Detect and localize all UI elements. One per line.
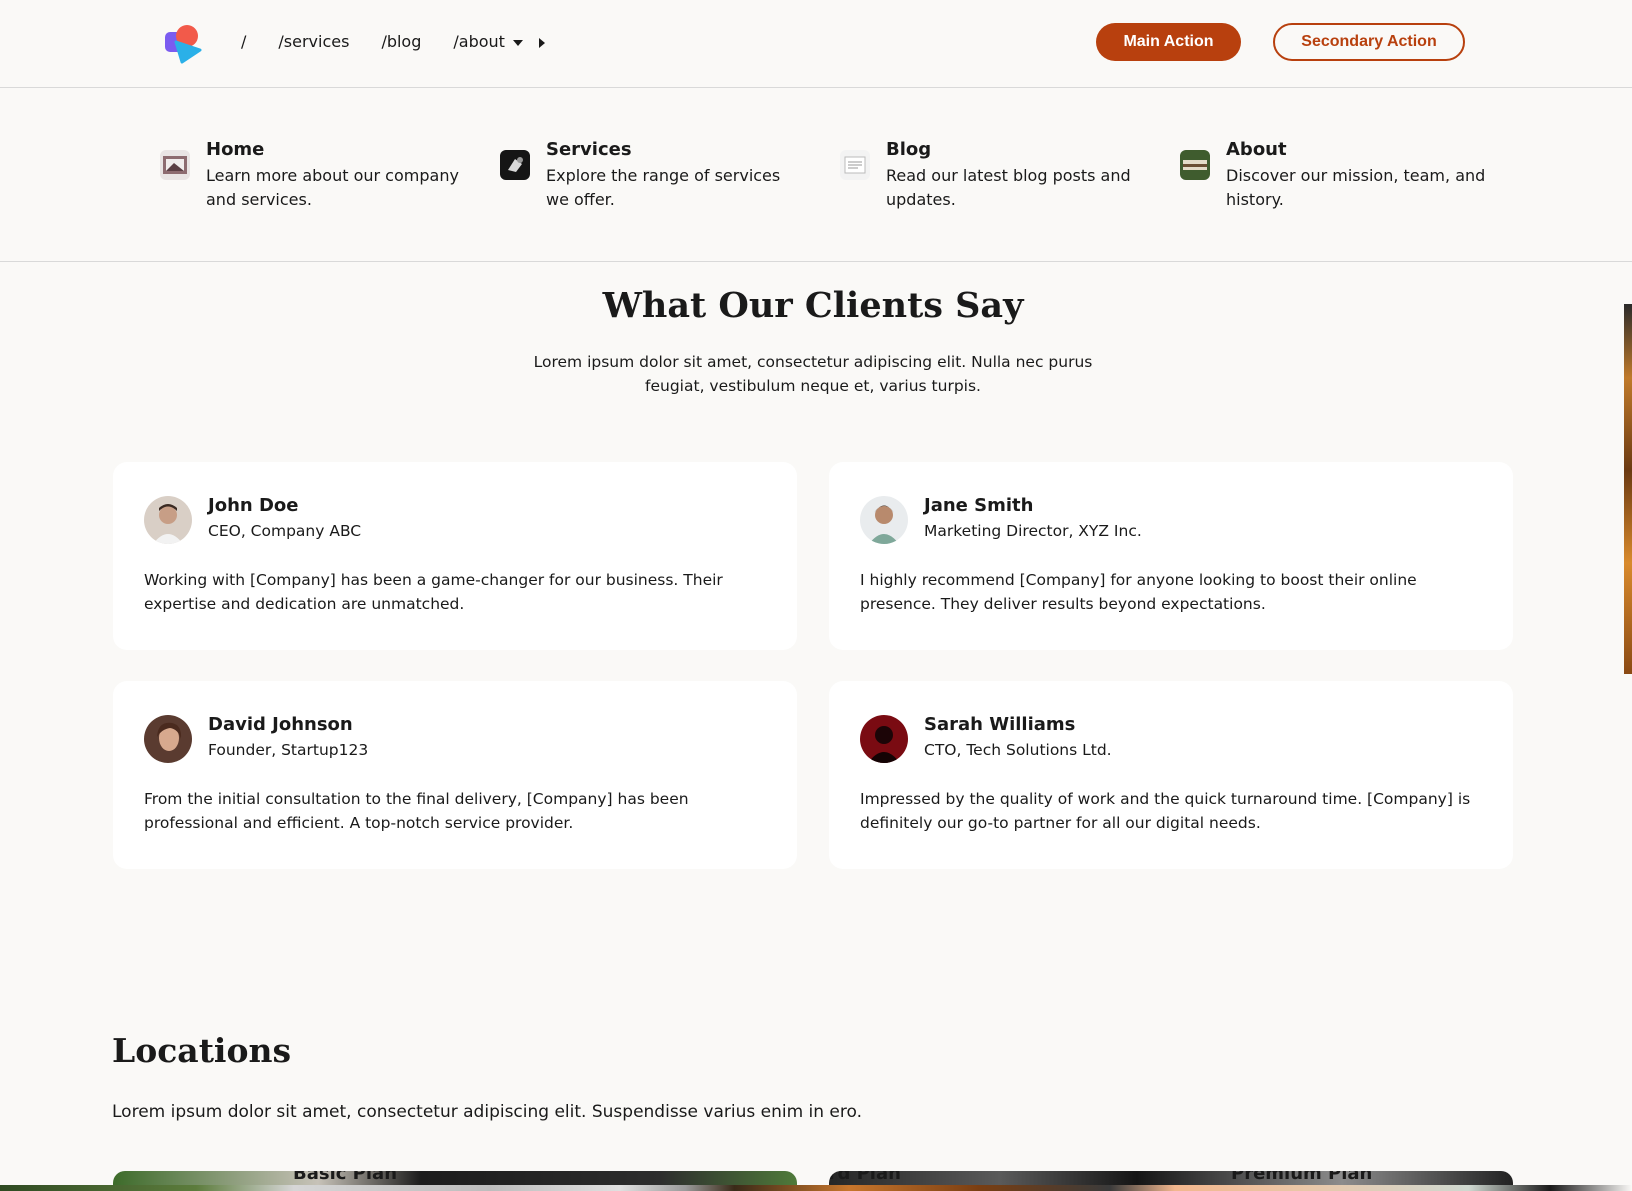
image-strip bbox=[0, 1185, 1632, 1191]
top-navbar: / /services /blog /about Main Action Sec… bbox=[0, 0, 1632, 88]
blog-thumbnail bbox=[840, 150, 870, 180]
mega-item-about[interactable]: About Discover our mission, team, and hi… bbox=[1180, 138, 1485, 218]
nav-link-home[interactable]: / bbox=[241, 30, 246, 54]
testimonial-role: Founder, Startup123 bbox=[208, 741, 369, 759]
nav-link-services[interactable]: /services bbox=[278, 30, 349, 54]
secondary-action-button[interactable]: Secondary Action bbox=[1273, 23, 1465, 61]
testimonial-role: CEO, Company ABC bbox=[208, 522, 362, 540]
testimonial-quote: I highly recommend [Company] for anyone … bbox=[860, 571, 1417, 613]
testimonials-title: What Our Clients Say bbox=[602, 285, 1024, 326]
testimonial-name: David Johnson bbox=[208, 714, 353, 735]
testimonial-card: Jane Smith Marketing Director, XYZ Inc. … bbox=[829, 462, 1513, 650]
testimonial-quote: Working with [Company] has been a game-c… bbox=[144, 571, 723, 613]
edge-image bbox=[1624, 304, 1632, 674]
testimonial-name: Jane Smith bbox=[924, 495, 1034, 516]
home-thumbnail bbox=[160, 150, 190, 180]
services-thumbnail bbox=[500, 150, 530, 180]
locations-subtitle: Lorem ipsum dolor sit amet, consectetur … bbox=[112, 1102, 863, 1122]
testimonial-role: Marketing Director, XYZ Inc. bbox=[924, 522, 1142, 540]
nav-link-blog[interactable]: /blog bbox=[381, 30, 421, 54]
mega-item-description: Learn more about our company and service… bbox=[206, 166, 459, 209]
mega-item-description: Read our latest blog posts and updates. bbox=[886, 166, 1131, 209]
testimonials-subtitle: Lorem ipsum dolor sit amet, consectetur … bbox=[533, 353, 1093, 395]
plan-label: Premium Plan bbox=[1231, 1171, 1373, 1184]
chevron-down-icon[interactable] bbox=[512, 40, 523, 46]
plan-label: Standard Plan bbox=[829, 1171, 901, 1184]
avatar bbox=[144, 715, 192, 763]
mega-item-title: Services bbox=[546, 139, 632, 160]
main-action-button[interactable]: Main Action bbox=[1096, 23, 1241, 61]
testimonial-name: Sarah Williams bbox=[924, 714, 1076, 735]
avatar bbox=[860, 715, 908, 763]
testimonial-quote: From the initial consultation to the fin… bbox=[144, 790, 689, 832]
chevron-right-icon[interactable] bbox=[538, 37, 545, 48]
testimonial-card: David Johnson Founder, Startup123 From t… bbox=[113, 681, 797, 869]
testimonial-role: CTO, Tech Solutions Ltd. bbox=[924, 741, 1112, 759]
mega-item-description: Discover our mission, team, and history. bbox=[1226, 166, 1486, 209]
mega-item-title: About bbox=[1226, 139, 1287, 160]
mega-item-services[interactable]: Services Explore the range of services w… bbox=[500, 138, 800, 218]
mega-item-home[interactable]: Home Learn more about our company and se… bbox=[160, 138, 460, 218]
mega-item-blog[interactable]: Blog Read our latest blog posts and upda… bbox=[840, 138, 1140, 218]
locations-title: Locations bbox=[112, 1031, 292, 1070]
testimonial-card: Sarah Williams CTO, Tech Solutions Ltd. … bbox=[829, 681, 1513, 869]
testimonial-name: John Doe bbox=[208, 495, 299, 516]
mega-item-title: Home bbox=[206, 139, 265, 160]
mega-item-title: Blog bbox=[886, 139, 932, 160]
about-thumbnail bbox=[1180, 150, 1210, 180]
testimonial-quote: Impressed by the quality of work and the… bbox=[860, 790, 1471, 832]
avatar bbox=[860, 496, 908, 544]
avatar bbox=[144, 496, 192, 544]
primary-nav: / /services /blog /about bbox=[241, 30, 545, 54]
plan-label: Basic Plan bbox=[293, 1171, 398, 1184]
mega-menu: Home Learn more about our company and se… bbox=[0, 89, 1632, 262]
testimonial-card: John Doe CEO, Company ABC Working with [… bbox=[113, 462, 797, 650]
mega-item-description: Explore the range of services we offer. bbox=[546, 166, 781, 209]
nav-link-about[interactable]: /about bbox=[453, 30, 505, 54]
logo-icon[interactable] bbox=[164, 24, 204, 64]
